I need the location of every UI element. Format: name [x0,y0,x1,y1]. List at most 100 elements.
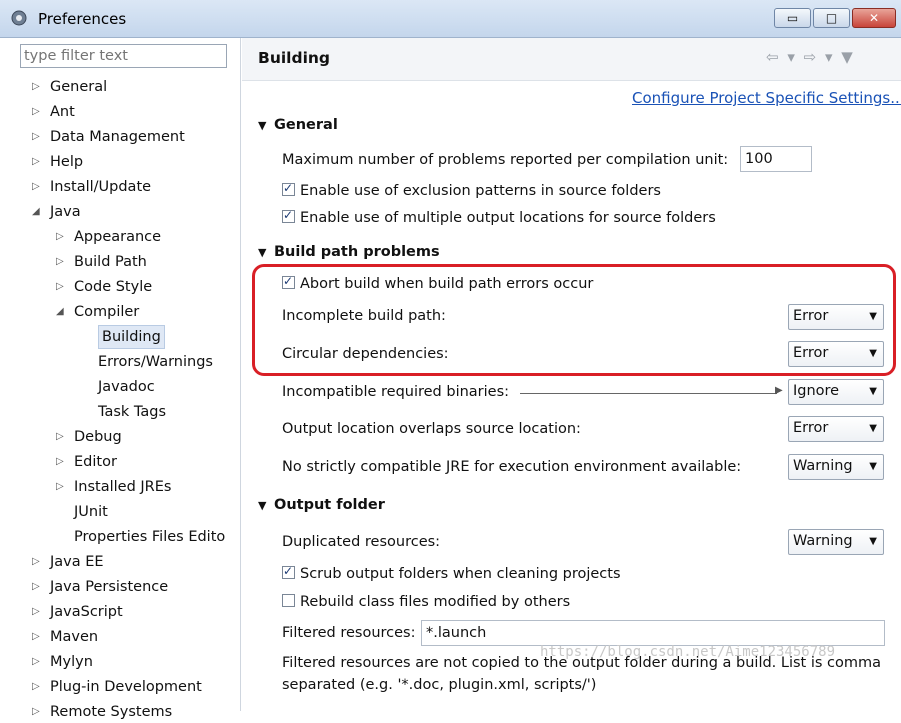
tree-item-building[interactable]: Building [0,325,240,349]
preference-tree-panel: ▷ General ▷ Ant ▷ Data Management ▷ Help ▷ Instal… [0,38,241,720]
tree-item-general[interactable]: ▷ General [0,76,240,98]
expand-arrow-icon[interactable]: ▷ [32,151,42,173]
checkbox-icon [282,181,295,196]
tree-item-installed-jres[interactable]: ▷ Installed JREs [0,476,240,498]
checkbox-icon [282,594,295,607]
tree-item-label: Debug [74,429,122,445]
max-problems-label: Maximum number of problems reported per … [282,152,729,168]
tree-item-label: Ant [50,104,75,120]
expand-arrow-icon[interactable]: ▷ [32,101,42,123]
expand-arrow-icon[interactable]: ▷ [56,476,66,498]
incomplete-build-path-select[interactable]: Error ▼ [788,304,884,330]
duplicated-resources-select[interactable]: Warning ▼ [788,529,884,555]
tree-item-appearance[interactable]: ▷ Appearance [0,226,240,248]
expand-arrow-icon[interactable]: ▷ [32,76,42,98]
page-title: Building [258,49,331,67]
close-icon: ✕ [868,11,880,25]
tree-item-help[interactable]: ▷ Help [0,151,240,173]
title-bar: Preferences ▭ □ ✕ [0,0,901,38]
expand-arrow-icon[interactable]: ▷ [56,276,66,298]
tree-item-properties-files-edito[interactable]: Properties Files Edito [0,526,240,548]
filtered-resources-label: Filtered resources: [282,625,416,641]
chevron-down-icon: ▼ [869,536,877,547]
expand-arrow-icon[interactable]: ▷ [32,626,42,648]
maximize-button[interactable]: □ [813,8,850,28]
filter-input[interactable] [20,44,227,68]
compatible-jre-select[interactable]: Warning ▼ [788,454,884,480]
chevron-down-icon: ▼ [869,423,877,434]
collapse-arrow-icon[interactable]: ◢ [56,301,66,323]
tree-item-code-style[interactable]: ▷ Code Style [0,276,240,298]
tree-item-java-persistence[interactable]: ▷ Java Persistence [0,576,240,598]
exclusion-patterns-checkbox[interactable]: Enable use of exclusion patterns in sour… [282,181,661,199]
expand-arrow-icon[interactable]: ▷ [32,176,42,198]
tree-item-label: Installed JREs [74,479,172,495]
abort-build-checkbox[interactable]: Abort build when build path errors occur [282,274,593,292]
expand-arrow-icon[interactable]: ▷ [32,576,42,598]
tree-item-remote-systems[interactable]: ▷ Remote Systems [0,701,240,723]
tree-item-editor[interactable]: ▷ Editor [0,451,240,473]
expand-arrow-icon[interactable]: ▷ [32,126,42,148]
tree-item-label: Java [50,204,81,220]
expand-arrow-icon[interactable]: ▷ [56,226,66,248]
checkbox-icon [282,208,295,223]
navigation-arrows-icon[interactable]: ⇦ ▾ ⇨ ▾ ▼ [766,48,855,66]
expand-arrow-icon[interactable]: ▷ [32,601,42,623]
maximize-icon: □ [825,11,838,25]
expand-arrow-icon[interactable]: ▷ [32,701,42,723]
multiple-output-checkbox[interactable]: Enable use of multiple output locations … [282,208,716,226]
tree-item-compiler[interactable]: ◢ Compiler [0,301,240,323]
tree-item-label: Java EE [50,554,104,570]
tree-item-plug-in-development[interactable]: ▷ Plug-in Development [0,676,240,698]
tree-item-label: Javadoc [98,379,155,395]
expand-arrow-icon[interactable]: ▷ [32,651,42,673]
chevron-down-icon: ▼ [869,311,877,322]
expand-arrow-icon[interactable]: ▷ [56,451,66,473]
tree-item-debug[interactable]: ▷ Debug [0,426,240,448]
expand-arrow-icon[interactable]: ▷ [56,251,66,273]
tree-item-junit[interactable]: JUnit [0,501,240,523]
expand-arrow-icon[interactable]: ▷ [32,676,42,698]
tree-item-maven[interactable]: ▷ Maven [0,626,240,648]
tree-item-javadoc[interactable]: Javadoc [0,376,240,398]
build-path-section-header[interactable]: ▼ Build path problems [258,244,440,260]
circular-dependencies-label: Circular dependencies: [282,346,449,362]
tree-item-ant[interactable]: ▷ Ant [0,101,240,123]
page-header: Building ⇦ ▾ ⇨ ▾ ▼ [242,38,901,81]
max-problems-input[interactable]: 100 [740,146,812,172]
tree-item-javascript[interactable]: ▷ JavaScript [0,601,240,623]
scrub-output-checkbox[interactable]: Scrub output folders when cleaning proje… [282,564,621,582]
tree-item-label: JavaScript [50,604,123,620]
tree-item-java-ee[interactable]: ▷ Java EE [0,551,240,573]
tree-item-errors-warnings[interactable]: Errors/Warnings [0,351,240,373]
tree-item-data-management[interactable]: ▷ Data Management [0,126,240,148]
tree-item-mylyn[interactable]: ▷ Mylyn [0,651,240,673]
output-folder-section-header[interactable]: ▼ Output folder [258,497,385,513]
tree-item-label: Errors/Warnings [98,354,213,370]
expand-arrow-icon[interactable]: ▷ [32,551,42,573]
general-section-header[interactable]: ▼ General [258,117,338,133]
filtered-resources-input[interactable]: *.launch [421,620,885,646]
leader-line [520,393,777,394]
tree-item-install-update[interactable]: ▷ Install/Update [0,176,240,198]
configure-project-specific-link[interactable]: Configure Project Specific Settings... [632,89,901,107]
incompatible-binaries-select[interactable]: Ignore ▼ [788,379,884,405]
section-collapse-icon: ▼ [258,119,267,132]
close-button[interactable]: ✕ [852,8,896,28]
tree-item-label: JUnit [74,504,108,520]
tree-item-label: Compiler [74,304,140,320]
rebuild-class-files-checkbox[interactable]: Rebuild class files modified by others [282,594,570,610]
tree-item-build-path[interactable]: ▷ Build Path [0,251,240,273]
window-title: Preferences [38,10,127,28]
tree-item-java[interactable]: ◢ Java [0,201,240,223]
minimize-button[interactable]: ▭ [774,8,811,28]
circular-dependencies-select[interactable]: Error ▼ [788,341,884,367]
tree-item-task-tags[interactable]: Task Tags [0,401,240,423]
chevron-down-icon: ▼ [869,386,877,397]
output-overlaps-select[interactable]: Error ▼ [788,416,884,442]
watermark: https://blog.csdn.net/Aime123456789 [540,644,836,660]
expand-arrow-icon[interactable]: ▷ [56,426,66,448]
collapse-arrow-icon[interactable]: ◢ [32,201,42,223]
checkbox-icon [282,274,295,289]
tree-item-label: Remote Systems [50,704,173,720]
